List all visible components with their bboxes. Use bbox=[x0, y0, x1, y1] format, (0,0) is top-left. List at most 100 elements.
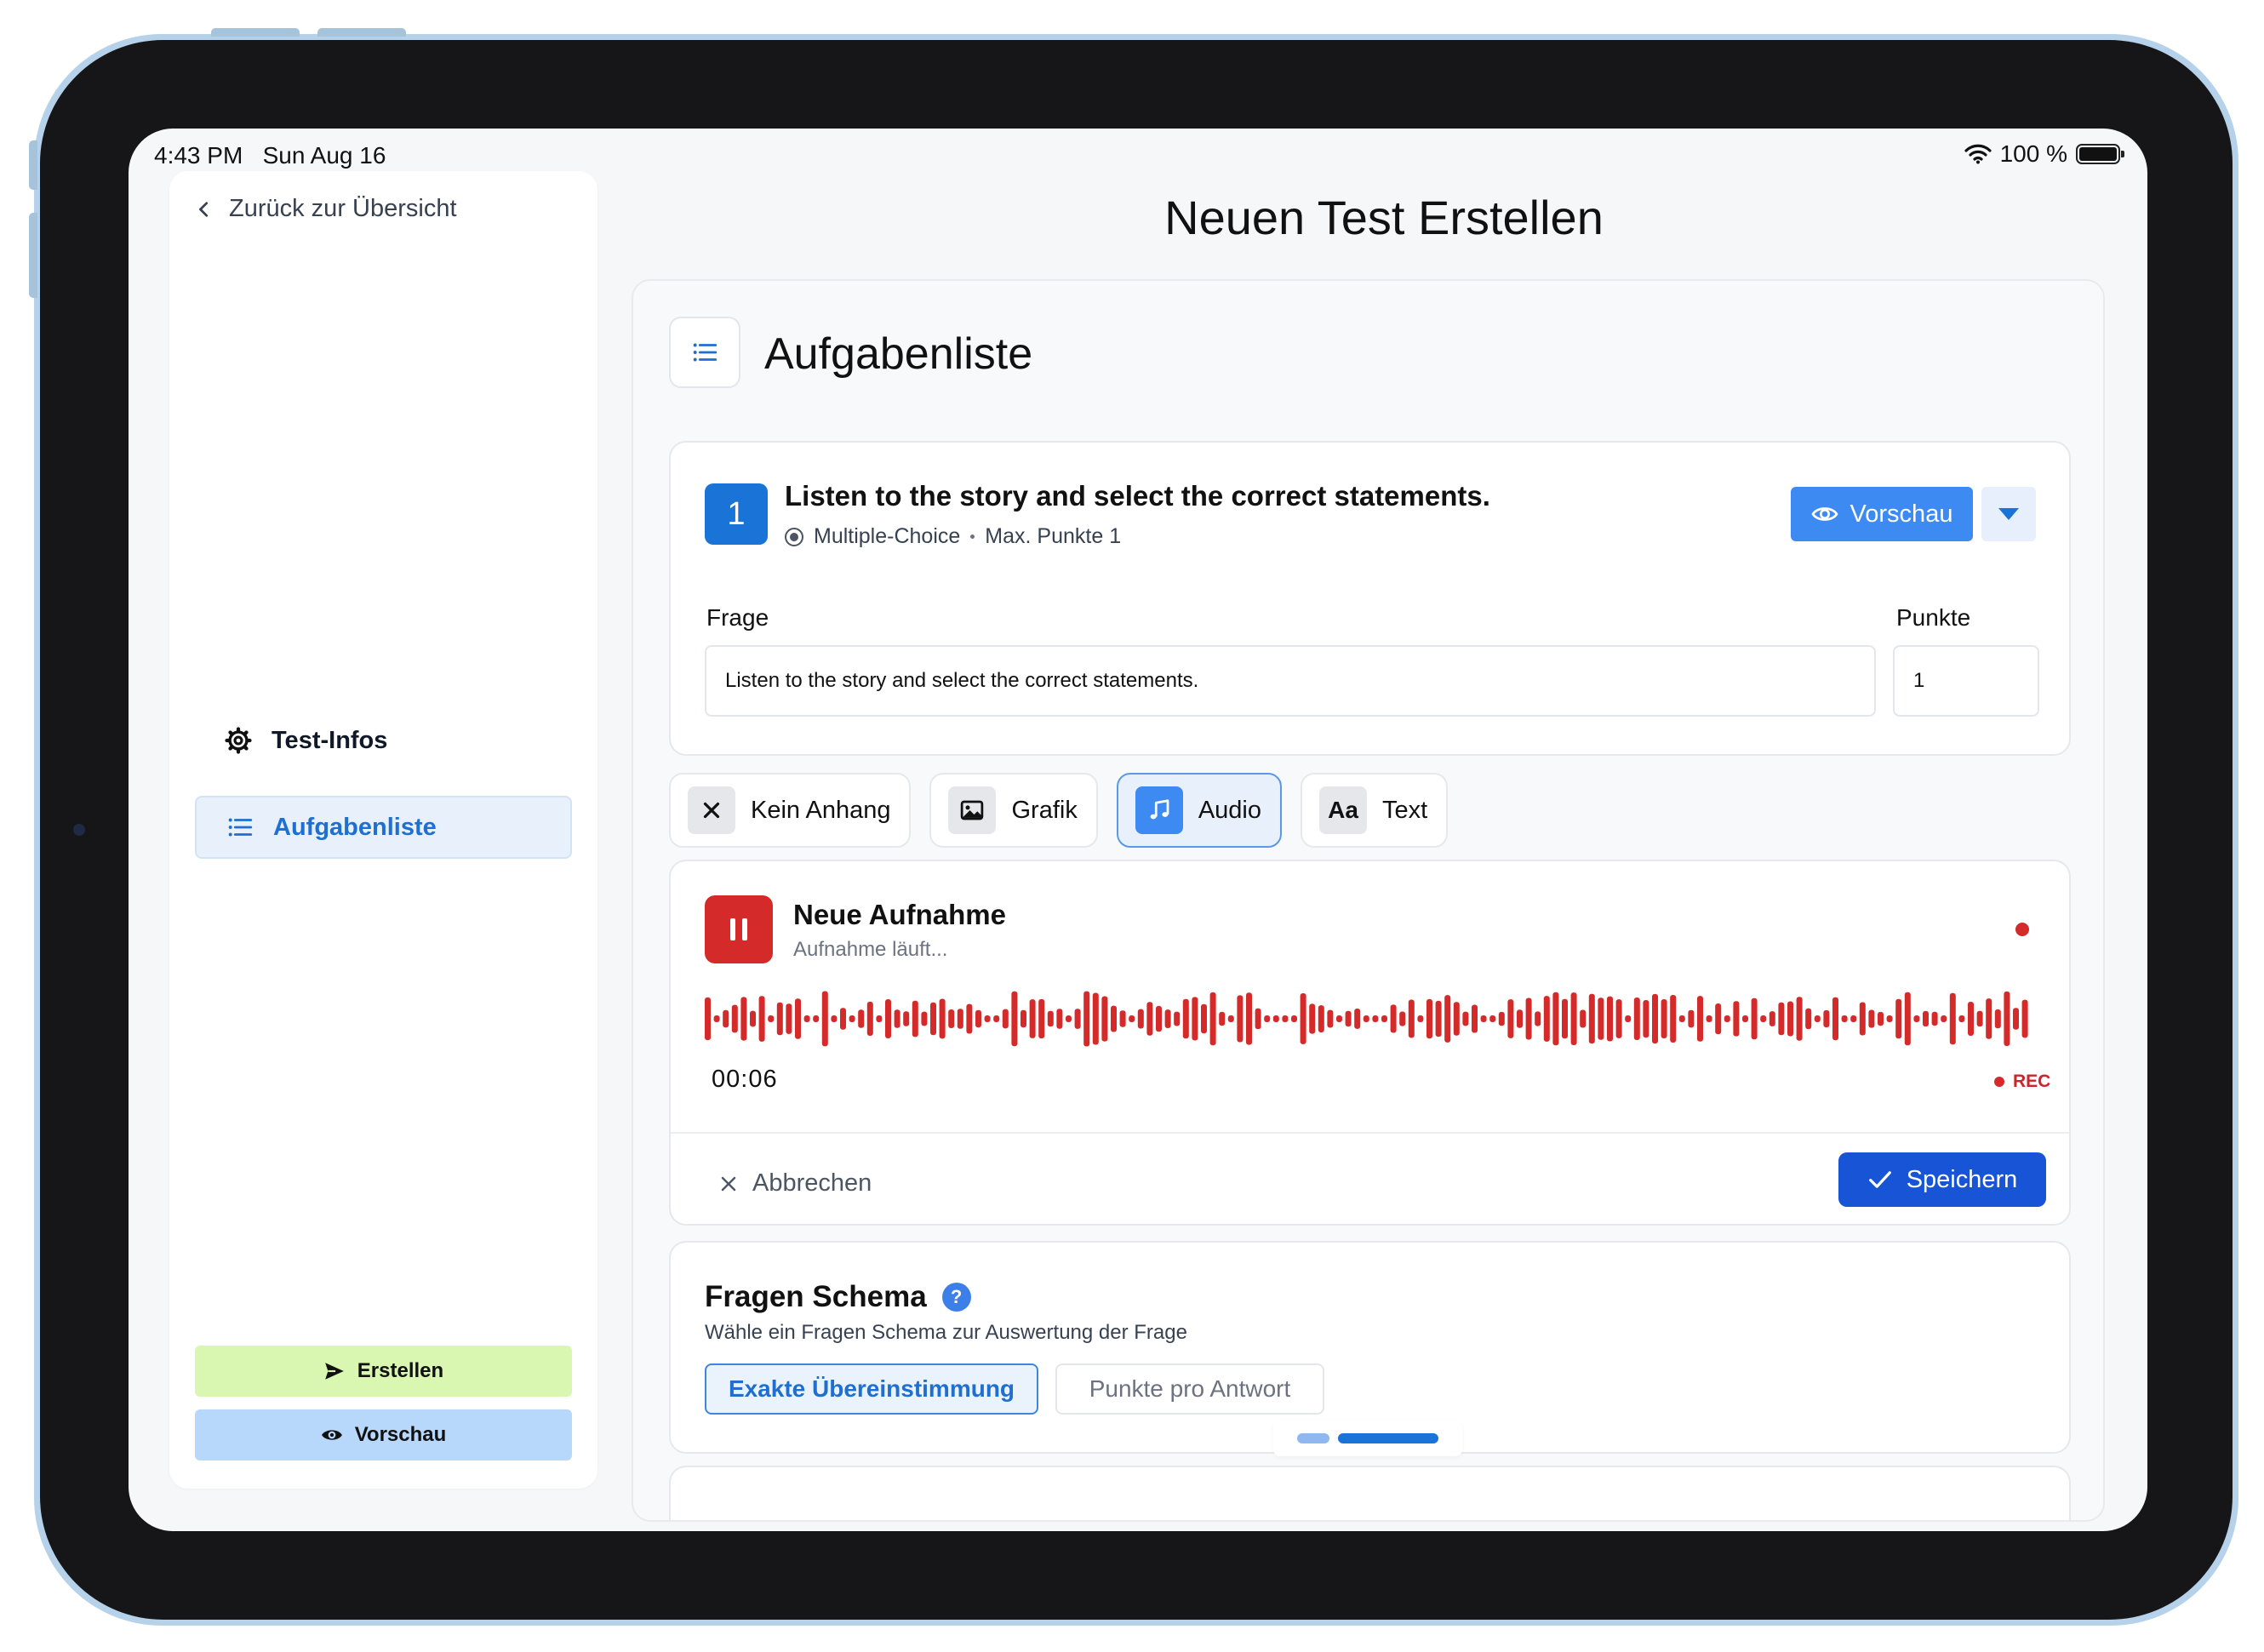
waveform-bar bbox=[1525, 997, 1532, 1040]
sidebar-item-test-infos[interactable]: Test-Infos bbox=[195, 709, 572, 772]
waveform-bar bbox=[2004, 991, 2010, 1046]
sidebar-item-aufgabenliste[interactable]: Aufgabenliste bbox=[195, 796, 572, 859]
save-recording-button[interactable]: Speichern bbox=[1838, 1152, 2046, 1207]
back-to-overview-link[interactable]: Zurück zur Übersicht bbox=[195, 195, 457, 223]
text-aa-icon: Aa bbox=[1319, 786, 1367, 834]
gear-icon bbox=[225, 727, 252, 754]
waveform-bar bbox=[1535, 1011, 1541, 1026]
sidebar-item-label: Test-Infos bbox=[272, 726, 388, 754]
help-icon[interactable]: ? bbox=[941, 1283, 971, 1312]
status-date: Sun Aug 16 bbox=[262, 142, 386, 169]
waveform-bar bbox=[1823, 1009, 1830, 1028]
main-panel: Aufgabenliste 1 Listen to the story and … bbox=[632, 279, 2105, 1522]
rec-label: REC bbox=[2013, 1072, 2051, 1091]
waveform-bar bbox=[1354, 1009, 1361, 1029]
attachment-graphic-chip[interactable]: Grafik bbox=[929, 773, 1098, 848]
waveform-bar bbox=[1986, 998, 1992, 1039]
task-preview-button[interactable]: Vorschau bbox=[1791, 487, 1973, 541]
waveform-bar bbox=[1878, 1011, 1884, 1026]
chevron-down-icon bbox=[1998, 508, 2019, 520]
recording-indicator-dot bbox=[2015, 923, 2029, 936]
attachment-audio-chip[interactable]: Audio bbox=[1116, 773, 1282, 848]
points-input[interactable]: 1 bbox=[1893, 645, 2039, 717]
waveform-bar bbox=[885, 999, 891, 1038]
waveform-bar bbox=[731, 1004, 738, 1033]
attachment-label: Grafik bbox=[1011, 796, 1078, 824]
waveform-bar bbox=[1399, 1011, 1406, 1026]
waveform-bar bbox=[1805, 1008, 1812, 1030]
waveform-bar bbox=[1678, 1015, 1685, 1022]
waveform-bar bbox=[1841, 1015, 1848, 1022]
sidebar-preview-button[interactable]: Vorschau bbox=[195, 1409, 572, 1461]
recording-status: Aufnahme läuft... bbox=[793, 938, 948, 961]
waveform-bar bbox=[1498, 1011, 1505, 1026]
recording-title: Neue Aufnahme bbox=[793, 899, 1006, 930]
waveform-bar bbox=[1435, 1000, 1442, 1038]
cancel-recording-button[interactable]: Abbrechen bbox=[718, 1169, 872, 1198]
send-icon bbox=[324, 1363, 344, 1380]
waveform-bar bbox=[1976, 1010, 1983, 1027]
waveform-bar bbox=[984, 1015, 991, 1022]
waveform-bar bbox=[1895, 998, 1902, 1039]
task-max-points: Max. Punkte 1 bbox=[985, 524, 1122, 548]
waveform-bar bbox=[1778, 1002, 1785, 1036]
pause-recording-button[interactable] bbox=[705, 895, 773, 963]
side-hardware-button bbox=[29, 140, 37, 190]
waveform-bar bbox=[768, 1015, 775, 1022]
create-button[interactable]: Erstellen bbox=[195, 1346, 572, 1397]
schema-option-exact-match[interactable]: Exakte Übereinstimmung bbox=[705, 1363, 1038, 1415]
waveform-bar bbox=[966, 1003, 973, 1034]
waveform-bar bbox=[1182, 998, 1189, 1039]
schema-option-points-per-answer[interactable]: Punkte pro Antwort bbox=[1055, 1363, 1324, 1415]
waveform-bar bbox=[1607, 996, 1613, 1042]
task-meta: Multiple-Choice Max. Punkte 1 bbox=[785, 524, 1121, 549]
waveform-bar bbox=[1913, 1015, 1920, 1022]
waveform-bar bbox=[1345, 1010, 1352, 1027]
attachment-none-chip[interactable]: Kein Anhang bbox=[669, 773, 912, 848]
waveform-bar bbox=[1363, 1015, 1369, 1022]
waveform-bar bbox=[876, 1015, 883, 1022]
eye-icon bbox=[321, 1430, 342, 1440]
side-hardware-button bbox=[29, 213, 37, 298]
waveform-bar bbox=[1706, 1015, 1712, 1022]
page-title: Neuen Test Erstellen bbox=[1164, 191, 1604, 244]
task-expand-button[interactable] bbox=[1981, 487, 2036, 541]
waveform-bar bbox=[831, 1015, 838, 1022]
waveform-bar bbox=[1074, 1009, 1081, 1029]
waveform-bar bbox=[1517, 1009, 1523, 1028]
waveform-bar bbox=[1733, 1001, 1740, 1037]
waveform-bar bbox=[948, 1009, 955, 1028]
waveform-bar bbox=[1038, 998, 1045, 1039]
schema-subtitle: Wähle ein Fragen Schema zur Auswertung d… bbox=[705, 1321, 1187, 1344]
waveform-bar bbox=[1029, 999, 1036, 1038]
wifi-icon bbox=[1964, 144, 1992, 164]
waveform-bar bbox=[758, 996, 765, 1042]
next-card bbox=[669, 1466, 2071, 1520]
waveform-bar bbox=[1318, 1005, 1324, 1032]
list-icon bbox=[693, 343, 718, 362]
waveform-bar bbox=[1543, 996, 1550, 1042]
eye-icon bbox=[1810, 507, 1838, 521]
task-type: Multiple-Choice bbox=[814, 524, 961, 548]
rec-dot bbox=[1994, 1077, 2004, 1087]
waveform-bar bbox=[1652, 993, 1658, 1044]
waveform-bar bbox=[1146, 1002, 1153, 1036]
waveform-bar bbox=[1408, 999, 1415, 1038]
list-icon bbox=[228, 818, 253, 837]
waveform-bar bbox=[1336, 1015, 1342, 1022]
waveform-bar bbox=[840, 1008, 846, 1030]
create-label: Erstellen bbox=[357, 1359, 444, 1382]
question-input[interactable]: Listen to the story and select the corre… bbox=[705, 645, 1876, 717]
waveform-bar bbox=[1119, 1010, 1126, 1027]
task-title: Listen to the story and select the corre… bbox=[785, 480, 1490, 512]
waveform-bar bbox=[1715, 1003, 1722, 1035]
status-time: 4:43 PM Sun Aug 16 bbox=[154, 142, 386, 169]
points-label: Punkte bbox=[1896, 604, 1971, 631]
waveform-bar bbox=[939, 998, 946, 1039]
image-icon bbox=[948, 786, 997, 834]
waveform-bar bbox=[1769, 1011, 1775, 1026]
attachment-label: Text bbox=[1382, 796, 1428, 824]
attachment-text-chip[interactable]: Aa Text bbox=[1301, 773, 1449, 848]
waveform-bar bbox=[1661, 999, 1667, 1038]
attachment-type-selector: Kein Anhang Grafik Audio Aa Text bbox=[669, 773, 1449, 848]
